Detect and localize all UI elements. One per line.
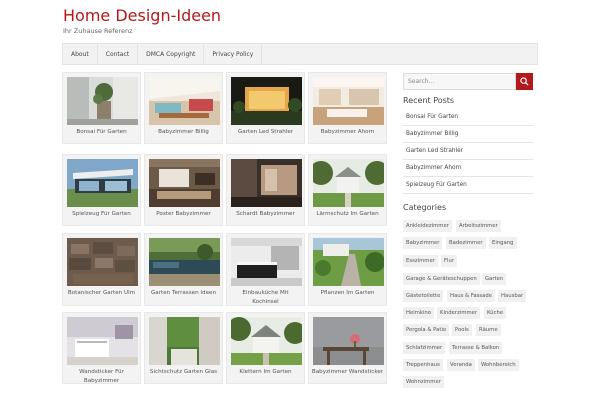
post-title[interactable]: Garten Led Strahler bbox=[229, 128, 302, 137]
post-title[interactable]: Schardt Babyzimmer bbox=[229, 210, 302, 219]
post-thumbnail[interactable] bbox=[313, 159, 384, 207]
post-card: Pflanzen Im Garten bbox=[308, 233, 387, 306]
post-title[interactable]: Babyzimmer Wandsticker bbox=[311, 368, 384, 377]
post-thumbnail[interactable] bbox=[149, 159, 220, 207]
category-tag[interactable]: Babyzimmer bbox=[403, 237, 443, 249]
post-thumbnail[interactable] bbox=[313, 238, 384, 286]
category-tag[interactable]: Garage & Geräteschuppen bbox=[403, 273, 480, 285]
post-title[interactable]: Botanischer Garten Ulm bbox=[65, 289, 138, 298]
post-title[interactable]: Einbauküche Mit Kochinsel bbox=[229, 289, 302, 306]
category-tag[interactable]: Flur bbox=[441, 255, 458, 267]
post-card: Poster Babyzimmer bbox=[144, 154, 223, 226]
post-thumbnail[interactable] bbox=[313, 317, 384, 365]
post-thumbnail[interactable] bbox=[231, 238, 302, 286]
post-thumbnail[interactable] bbox=[67, 238, 138, 286]
category-tag[interactable]: Küche bbox=[484, 307, 507, 319]
post-thumbnail[interactable] bbox=[149, 238, 220, 286]
category-tag[interactable]: Hausbar bbox=[498, 290, 527, 302]
category-tag[interactable]: Pergola & Patio bbox=[403, 324, 450, 336]
category-tag[interactable]: Badezimmer bbox=[446, 237, 486, 249]
post-card: Garten Led Strahler bbox=[226, 72, 305, 144]
recent-post-link[interactable]: Babyzimmer Ahorn bbox=[403, 160, 533, 177]
post-title[interactable]: Poster Babyzimmer bbox=[147, 210, 220, 219]
categories-title: Categories bbox=[403, 203, 447, 212]
category-tag[interactable]: Treppenhaus bbox=[403, 359, 443, 371]
category-tag[interactable]: Pools bbox=[452, 324, 472, 336]
category-tag[interactable]: Esszimmer bbox=[403, 255, 438, 267]
post-title[interactable]: Wandsticker Für Babyzimmer bbox=[65, 368, 138, 385]
post-title[interactable]: Garten Terrassen Ideen bbox=[147, 289, 220, 298]
category-tag[interactable]: Heimkino bbox=[403, 307, 435, 319]
post-card: Schardt Babyzimmer bbox=[226, 154, 305, 226]
post-title[interactable]: Lärmschutz Im Garten bbox=[311, 210, 384, 219]
post-title[interactable]: Pflanzen Im Garten bbox=[311, 289, 384, 298]
post-card: Einbauküche Mit Kochinsel bbox=[226, 233, 305, 306]
post-thumbnail[interactable] bbox=[67, 317, 138, 365]
post-thumbnail[interactable] bbox=[313, 77, 384, 125]
post-card: Babyzimmer Wandsticker bbox=[308, 312, 387, 384]
post-card: Sichtschutz Garten Glas bbox=[144, 312, 223, 384]
recent-post-link[interactable]: Bonsai Für Garten bbox=[403, 109, 533, 126]
category-tag[interactable]: Terrasse & Balkon bbox=[449, 342, 503, 354]
post-title[interactable]: Babyzimmer Billig bbox=[147, 128, 220, 137]
post-thumbnail[interactable] bbox=[67, 159, 138, 207]
category-tag[interactable]: Veranda bbox=[447, 359, 475, 371]
post-card: Wandsticker Für Babyzimmer bbox=[62, 312, 141, 384]
category-tag[interactable]: Ankleidezimmer bbox=[403, 220, 452, 232]
main-nav: About Contact DMCA Copyright Privacy Pol… bbox=[62, 43, 538, 65]
post-card: Babyzimmer Billig bbox=[144, 72, 223, 144]
nav-item-dmca[interactable]: DMCA Copyright bbox=[138, 44, 205, 64]
post-card: Babyzimmer Ahorn bbox=[308, 72, 387, 144]
search-input[interactable]: Search... bbox=[403, 73, 516, 90]
category-tag[interactable]: Haus & Fassade bbox=[447, 290, 496, 302]
post-card: Lärmschutz Im Garten bbox=[308, 154, 387, 226]
site-tagline: Ihr Zuhause Referenz bbox=[63, 27, 133, 35]
post-card: Spielzeug Für Garten bbox=[62, 154, 141, 226]
post-thumbnail[interactable] bbox=[67, 77, 138, 125]
recent-post-link[interactable]: Garten Led Strahler bbox=[403, 143, 533, 160]
category-tag[interactable]: Garten bbox=[482, 273, 507, 285]
post-card: Bonsai Für Garten bbox=[62, 72, 141, 144]
search-placeholder: Search... bbox=[408, 78, 435, 85]
post-thumbnail[interactable] bbox=[231, 317, 302, 365]
nav-item-about[interactable]: About bbox=[63, 44, 98, 64]
post-thumbnail[interactable] bbox=[231, 77, 302, 125]
nav-item-contact[interactable]: Contact bbox=[98, 44, 139, 64]
post-title[interactable]: Sichtschutz Garten Glas bbox=[147, 368, 220, 377]
category-tag[interactable]: Räume bbox=[476, 324, 501, 336]
post-title[interactable]: Babyzimmer Ahorn bbox=[311, 128, 384, 137]
post-title[interactable]: Spielzeug Für Garten bbox=[65, 210, 138, 219]
post-thumbnail[interactable] bbox=[231, 159, 302, 207]
recent-posts-list: Bonsai Für Garten Babyzimmer Billig Gart… bbox=[403, 109, 533, 194]
post-card: Klettern Im Garten bbox=[226, 312, 305, 384]
category-tag[interactable]: Schlafzimmer bbox=[403, 342, 446, 354]
recent-post-link[interactable]: Spielzeug Für Garten bbox=[403, 177, 533, 194]
category-tag[interactable]: Wohnbereich bbox=[478, 359, 519, 371]
post-card: Botanischer Garten Ulm bbox=[62, 233, 141, 306]
category-tag[interactable]: Gästetoilette bbox=[403, 290, 444, 302]
post-thumbnail[interactable] bbox=[149, 317, 220, 365]
post-card: Garten Terrassen Ideen bbox=[144, 233, 223, 306]
search-button[interactable] bbox=[516, 73, 533, 90]
search-icon bbox=[520, 77, 529, 86]
category-tag[interactable]: Wohnzimmer bbox=[403, 376, 444, 388]
nav-item-privacy[interactable]: Privacy Policy bbox=[204, 44, 263, 64]
recent-posts-title: Recent Posts bbox=[403, 96, 455, 105]
post-title[interactable]: Klettern Im Garten bbox=[229, 368, 302, 377]
category-tag[interactable]: Kinderzimmer bbox=[437, 307, 481, 319]
post-thumbnail[interactable] bbox=[149, 77, 220, 125]
site-title[interactable]: Home Design-Ideen bbox=[63, 6, 221, 25]
recent-post-link[interactable]: Babyzimmer Billig bbox=[403, 126, 533, 143]
post-title[interactable]: Bonsai Für Garten bbox=[65, 128, 138, 137]
category-tag[interactable]: Arbeitszimmer bbox=[456, 220, 501, 232]
category-tag[interactable]: Eingang bbox=[489, 237, 517, 249]
